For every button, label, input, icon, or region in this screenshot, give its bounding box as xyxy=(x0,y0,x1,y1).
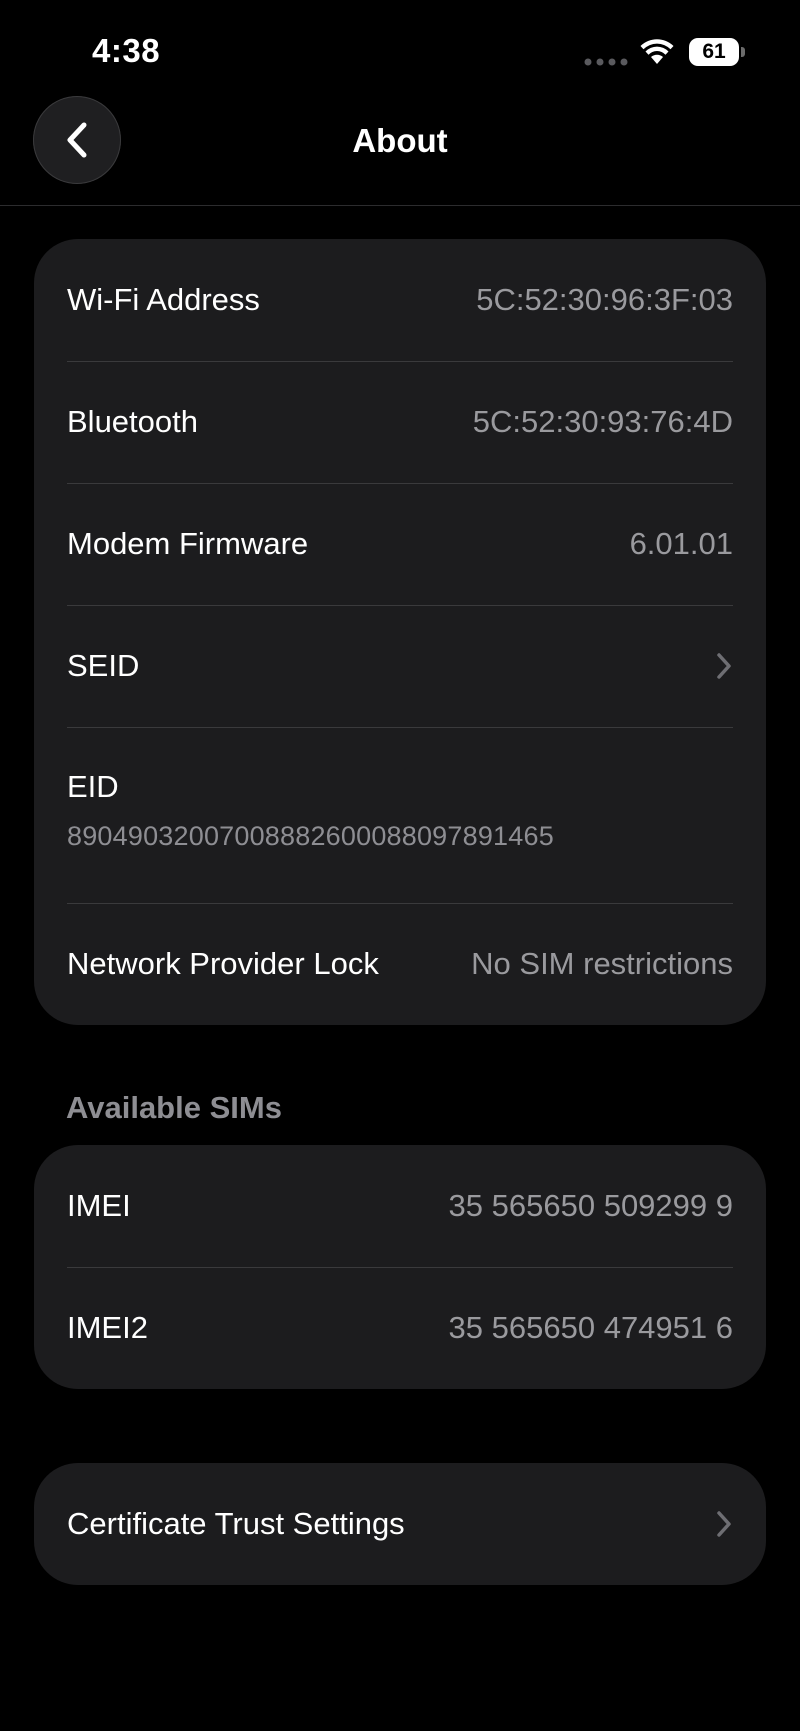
eid-value: 89049032007008882600088097891465 xyxy=(67,821,554,851)
cellular-signal-icon xyxy=(584,58,628,66)
network-provider-lock-row: Network Provider Lock No SIM restriction… xyxy=(34,903,766,1025)
about-info-group: Wi-Fi Address 5C:52:30:96:3F:03 Bluetoot… xyxy=(34,239,766,1025)
section-header-available-sims: Available SIMs xyxy=(66,1090,282,1125)
battery-icon: 61 xyxy=(689,38,745,66)
bluetooth-row: Bluetooth 5C:52:30:93:76:4D xyxy=(34,361,766,483)
wifi-icon xyxy=(640,39,674,64)
row-value: 5C:52:30:96:3F:03 xyxy=(476,282,733,317)
nav-divider xyxy=(0,205,800,206)
modem-firmware-row: Modem Firmware 6.01.01 xyxy=(34,483,766,605)
row-label: EID xyxy=(67,769,119,804)
certificate-trust-group: Certificate Trust Settings xyxy=(34,1463,766,1585)
status-time: 4:38 xyxy=(92,32,161,69)
navigation-bar: About xyxy=(0,96,800,206)
row-label: IMEI2 xyxy=(67,1310,148,1345)
status-bar: 4:38 61 xyxy=(0,0,800,100)
imei2-row: IMEI2 35 565650 474951 6 xyxy=(34,1267,766,1389)
wifi-address-row: Wi-Fi Address 5C:52:30:96:3F:03 xyxy=(34,239,766,361)
eid-row: EID 89049032007008882600088097891465 xyxy=(34,727,766,903)
row-label: Wi-Fi Address xyxy=(67,282,260,317)
row-value: No SIM restrictions xyxy=(471,946,733,981)
chevron-right-icon xyxy=(717,1511,731,1537)
row-value: 5C:52:30:93:76:4D xyxy=(472,404,733,439)
certificate-trust-settings-row[interactable]: Certificate Trust Settings xyxy=(34,1463,766,1585)
chevron-right-icon xyxy=(717,653,731,679)
battery-nub xyxy=(741,47,745,57)
page-title: About xyxy=(352,122,448,159)
row-label: Certificate Trust Settings xyxy=(67,1506,405,1541)
row-label: IMEI xyxy=(67,1188,131,1223)
row-label: Bluetooth xyxy=(67,404,198,439)
row-label: SEID xyxy=(67,648,140,683)
available-sims-group: IMEI 35 565650 509299 9 IMEI2 35 565650 … xyxy=(34,1145,766,1389)
row-label: Modem Firmware xyxy=(67,526,309,561)
battery-level: 61 xyxy=(689,38,739,66)
row-value: 35 565650 509299 9 xyxy=(448,1188,733,1223)
imei-row: IMEI 35 565650 509299 9 xyxy=(34,1145,766,1267)
row-value: 35 565650 474951 6 xyxy=(448,1310,733,1345)
seid-row[interactable]: SEID xyxy=(34,605,766,727)
row-label: Network Provider Lock xyxy=(67,946,379,981)
row-value: 6.01.01 xyxy=(629,526,733,561)
